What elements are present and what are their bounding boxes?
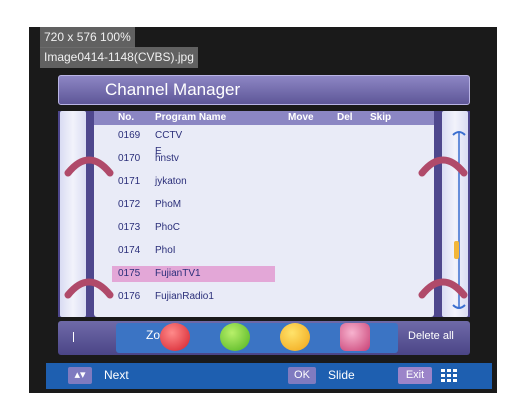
channel-name: PhoI bbox=[155, 245, 176, 256]
page-title: Channel Manager bbox=[105, 80, 241, 99]
bar-divider bbox=[73, 332, 74, 342]
col-skip: Skip bbox=[370, 112, 392, 123]
col-program: Program Name bbox=[155, 112, 227, 123]
channel-number: 0171 bbox=[118, 176, 141, 187]
channel-panel: 0169 CCTV E 0170 hnstv 0171 jykaton 0172… bbox=[58, 111, 470, 317]
left-handle-bottom-icon bbox=[64, 278, 114, 299]
title-bar: Channel Manager bbox=[58, 75, 470, 105]
exit-button[interactable]: Exit bbox=[398, 367, 432, 384]
function-button-strip: Zoom bbox=[116, 323, 398, 353]
col-no: No. bbox=[118, 112, 135, 123]
channel-number: 0174 bbox=[118, 245, 141, 256]
channel-name: PhoC bbox=[155, 222, 181, 233]
up-down-icon[interactable]: ▴▾ bbox=[68, 367, 92, 384]
music-icon[interactable] bbox=[220, 323, 250, 351]
mute-icon[interactable] bbox=[160, 323, 190, 351]
resolution-overlay: 720 x 576 100% bbox=[40, 27, 135, 48]
channel-name: jykaton bbox=[155, 176, 187, 187]
channel-name: FujianTV1 bbox=[155, 268, 201, 279]
channel-number: 0175 bbox=[118, 268, 141, 279]
next-label: Next bbox=[104, 368, 129, 382]
left-handle-top-icon bbox=[64, 156, 114, 177]
filename-overlay: Image0414-1148(CVBS).jpg bbox=[40, 47, 198, 68]
function-bar: Zoom Delete all bbox=[58, 321, 470, 355]
delete-all-label[interactable]: Delete all bbox=[408, 330, 454, 342]
grid-icon bbox=[441, 369, 457, 382]
channel-number: 0173 bbox=[118, 222, 141, 233]
channel-name: hnstv bbox=[155, 153, 179, 164]
channel-list: 0169 CCTV E 0170 hnstv 0171 jykaton 0172… bbox=[94, 111, 466, 317]
tv-screen: 720 x 576 100% Image0414-1148(CVBS).jpg … bbox=[29, 27, 497, 393]
channel-number: 0170 bbox=[118, 153, 141, 164]
right-handle-bottom-icon bbox=[418, 278, 468, 299]
ok-button[interactable]: OK bbox=[288, 367, 316, 384]
channel-row-selected[interactable]: 0175 FujianTV1 bbox=[112, 266, 275, 282]
channel-number: 0172 bbox=[118, 199, 141, 210]
scrollbar-thumb[interactable] bbox=[454, 241, 459, 259]
footer-bar: ▴▾ Next OK Slide Exit bbox=[46, 363, 492, 389]
col-del: Del bbox=[337, 112, 353, 123]
slide-label: Slide bbox=[328, 368, 355, 382]
col-move: Move bbox=[288, 112, 314, 123]
channel-name: FujianRadio1 bbox=[155, 291, 214, 302]
channel-number: 0176 bbox=[118, 291, 141, 302]
channel-name: PhoM bbox=[155, 199, 182, 210]
column-header: No. Program Name Move Del Skip bbox=[94, 111, 434, 125]
right-handle-top-icon bbox=[418, 156, 468, 177]
delete-icon[interactable] bbox=[340, 323, 370, 351]
channel-number: 0169 bbox=[118, 130, 141, 141]
lock-icon[interactable] bbox=[280, 323, 310, 351]
